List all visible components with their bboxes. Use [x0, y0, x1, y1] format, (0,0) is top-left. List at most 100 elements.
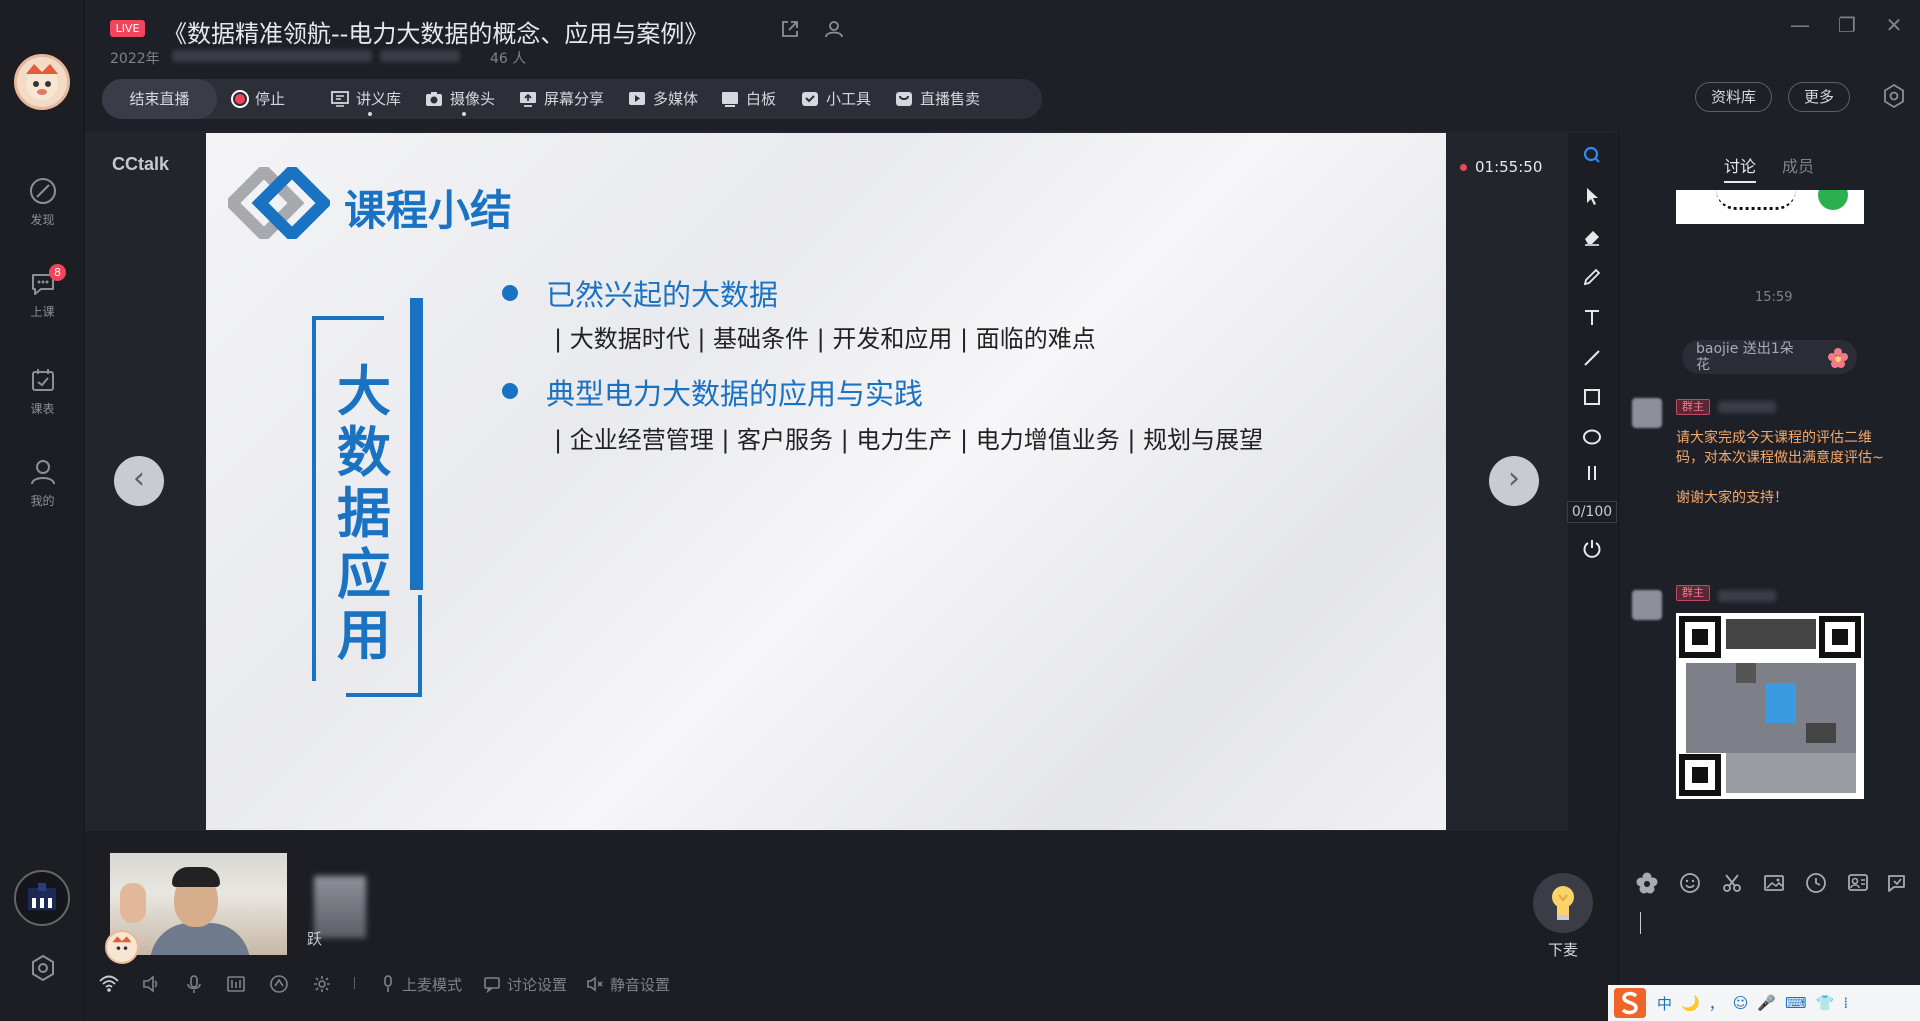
tab-discussion[interactable]: 讨论 [1724, 153, 1757, 183]
next-slide-button[interactable]: › [1489, 456, 1539, 506]
tools-button[interactable]: 小工具 [800, 79, 871, 119]
camera-button[interactable]: 摄像头 [424, 79, 495, 119]
nav-label: 发现 [30, 213, 55, 227]
restore-icon[interactable]: ❐ [1836, 14, 1858, 36]
screen-share-icon [520, 92, 536, 107]
share-people-icon[interactable] [823, 18, 845, 40]
ime-chinese-mode[interactable]: 中 [1657, 993, 1672, 1014]
rectangle-icon[interactable] [1576, 381, 1608, 413]
member-card-icon[interactable] [1845, 870, 1871, 896]
media-label: 多媒体 [653, 90, 699, 108]
bullet-dot [502, 285, 518, 301]
lecture-icon [331, 91, 349, 107]
previous-image-message[interactable] [1676, 190, 1864, 224]
close-icon[interactable]: ✕ [1883, 14, 1905, 36]
stop-button[interactable]: 停止 [231, 79, 285, 119]
toolbox-icon [802, 92, 818, 106]
ime-voice-icon[interactable]: 🎤 [1757, 994, 1776, 1012]
microphone-icon[interactable] [184, 973, 204, 995]
equalizer-icon[interactable] [226, 973, 246, 995]
pen-icon[interactable] [1576, 261, 1608, 293]
share-icon[interactable] [779, 18, 801, 40]
whiteboard-button[interactable]: 白板 [720, 79, 776, 119]
redacted-date-2 [380, 50, 460, 62]
nav-discover[interactable]: 发现 [0, 175, 85, 228]
recording-dot-icon [1460, 163, 1467, 171]
sender-avatar[interactable] [1632, 398, 1662, 428]
pointer-icon[interactable] [1576, 180, 1608, 212]
settings-hex-icon[interactable] [27, 952, 59, 984]
viewer-count: 46 人 [490, 51, 527, 67]
ime-menu-icon[interactable]: ⁞ [1843, 994, 1848, 1012]
live-sales-label: 直播售卖 [920, 90, 981, 108]
zoom-icon[interactable] [1576, 139, 1608, 171]
presenter-body [150, 923, 250, 955]
tab-members[interactable]: 成员 [1782, 153, 1814, 177]
flower-gift-icon[interactable] [1634, 870, 1660, 896]
point-heading: 典型电力大数据的应用与实践 [546, 377, 924, 411]
page-counter: 0/100 [1567, 501, 1617, 523]
question-bubble-icon[interactable] [1883, 870, 1909, 896]
end-live-button[interactable]: 结束直播 [102, 79, 217, 119]
nav-mine[interactable]: 我的 [0, 456, 85, 509]
slide-vertical-title: 大数据应用 [337, 360, 391, 667]
redacted-sender-name [1718, 401, 1776, 413]
bracket-top [312, 316, 384, 320]
line-icon[interactable] [1576, 342, 1608, 374]
media-button[interactable]: 多媒体 [627, 79, 698, 119]
bracket-bottom [346, 693, 422, 697]
clock-icon[interactable] [1803, 870, 1829, 896]
nav-class[interactable]: 上课 [0, 267, 85, 320]
record-stop-icon [231, 90, 249, 108]
participant-name: 跃 [307, 930, 323, 948]
ime-skin-icon[interactable]: 👕 [1816, 994, 1835, 1012]
live-sales-button[interactable]: 直播售卖 [894, 79, 980, 119]
settings-icon[interactable] [1880, 82, 1908, 110]
ime-emoji-icon[interactable]: ☺ [1733, 994, 1749, 1012]
bracket-line-right [418, 595, 422, 697]
pause-icon[interactable] [1576, 457, 1608, 489]
scissors-icon[interactable] [1719, 870, 1745, 896]
device-settings-icon[interactable] [312, 973, 332, 995]
leave-mic-button[interactable] [1533, 873, 1593, 933]
sender-avatar[interactable] [1632, 590, 1662, 620]
qr-code-image[interactable] [1676, 613, 1864, 799]
prev-slide-button[interactable]: ‹ [114, 456, 164, 506]
shopping-bag-icon [896, 92, 912, 106]
chat-input[interactable] [1638, 912, 1908, 972]
more-button[interactable]: 更多 [1788, 82, 1850, 112]
library-button[interactable]: 资料库 [1695, 82, 1772, 112]
power-icon[interactable] [1576, 533, 1608, 565]
mute-settings-button[interactable]: 静音设置 [586, 973, 670, 995]
sogou-ime-logo-icon[interactable] [1612, 986, 1648, 1020]
image-icon[interactable] [1761, 870, 1787, 896]
app-logo-avatar[interactable] [14, 54, 70, 110]
beauty-filter-icon[interactable] [269, 973, 289, 995]
screen-share-button[interactable]: 屏幕分享 [518, 79, 604, 119]
date-text: 2022年 [110, 51, 160, 67]
ime-moon-icon[interactable]: 🌙 [1681, 994, 1700, 1012]
live-badge: LIVE [110, 20, 145, 37]
text-icon[interactable] [1576, 301, 1608, 333]
ellipse-icon[interactable] [1576, 421, 1608, 453]
nav-schedule[interactable]: 课表 [0, 364, 85, 417]
user-avatar[interactable] [14, 870, 70, 926]
lectures-button[interactable]: 讲义库 [330, 79, 401, 119]
discussion-settings-label: 讨论设置 [507, 975, 568, 994]
ime-keyboard-icon[interactable]: ⌨ [1785, 994, 1807, 1012]
speaker-icon[interactable] [141, 973, 161, 995]
speak-mode-button[interactable]: 上麦模式 [380, 973, 462, 995]
tools-label: 小工具 [826, 90, 872, 108]
minimize-icon[interactable]: — [1789, 14, 1811, 36]
user-icon [30, 460, 55, 485]
discussion-settings-button[interactable]: 讨论设置 [483, 973, 567, 995]
whiteboard-icon [722, 92, 738, 107]
mute-icon [587, 976, 603, 992]
eraser-icon[interactable] [1576, 221, 1608, 253]
app-window: { "window": {"live_badge":"LIVE","title"… [0, 0, 1920, 1021]
presenter-hair [172, 867, 220, 887]
emoji-icon[interactable] [1677, 870, 1703, 896]
ime-punctuation[interactable]: ， [1709, 993, 1724, 1014]
gift-text: baojie 送出1朵花 [1696, 341, 1794, 373]
ime-toolbar: 中 🌙 ， ☺ 🎤 ⌨ 👕 ⁞ [1608, 985, 1920, 1021]
